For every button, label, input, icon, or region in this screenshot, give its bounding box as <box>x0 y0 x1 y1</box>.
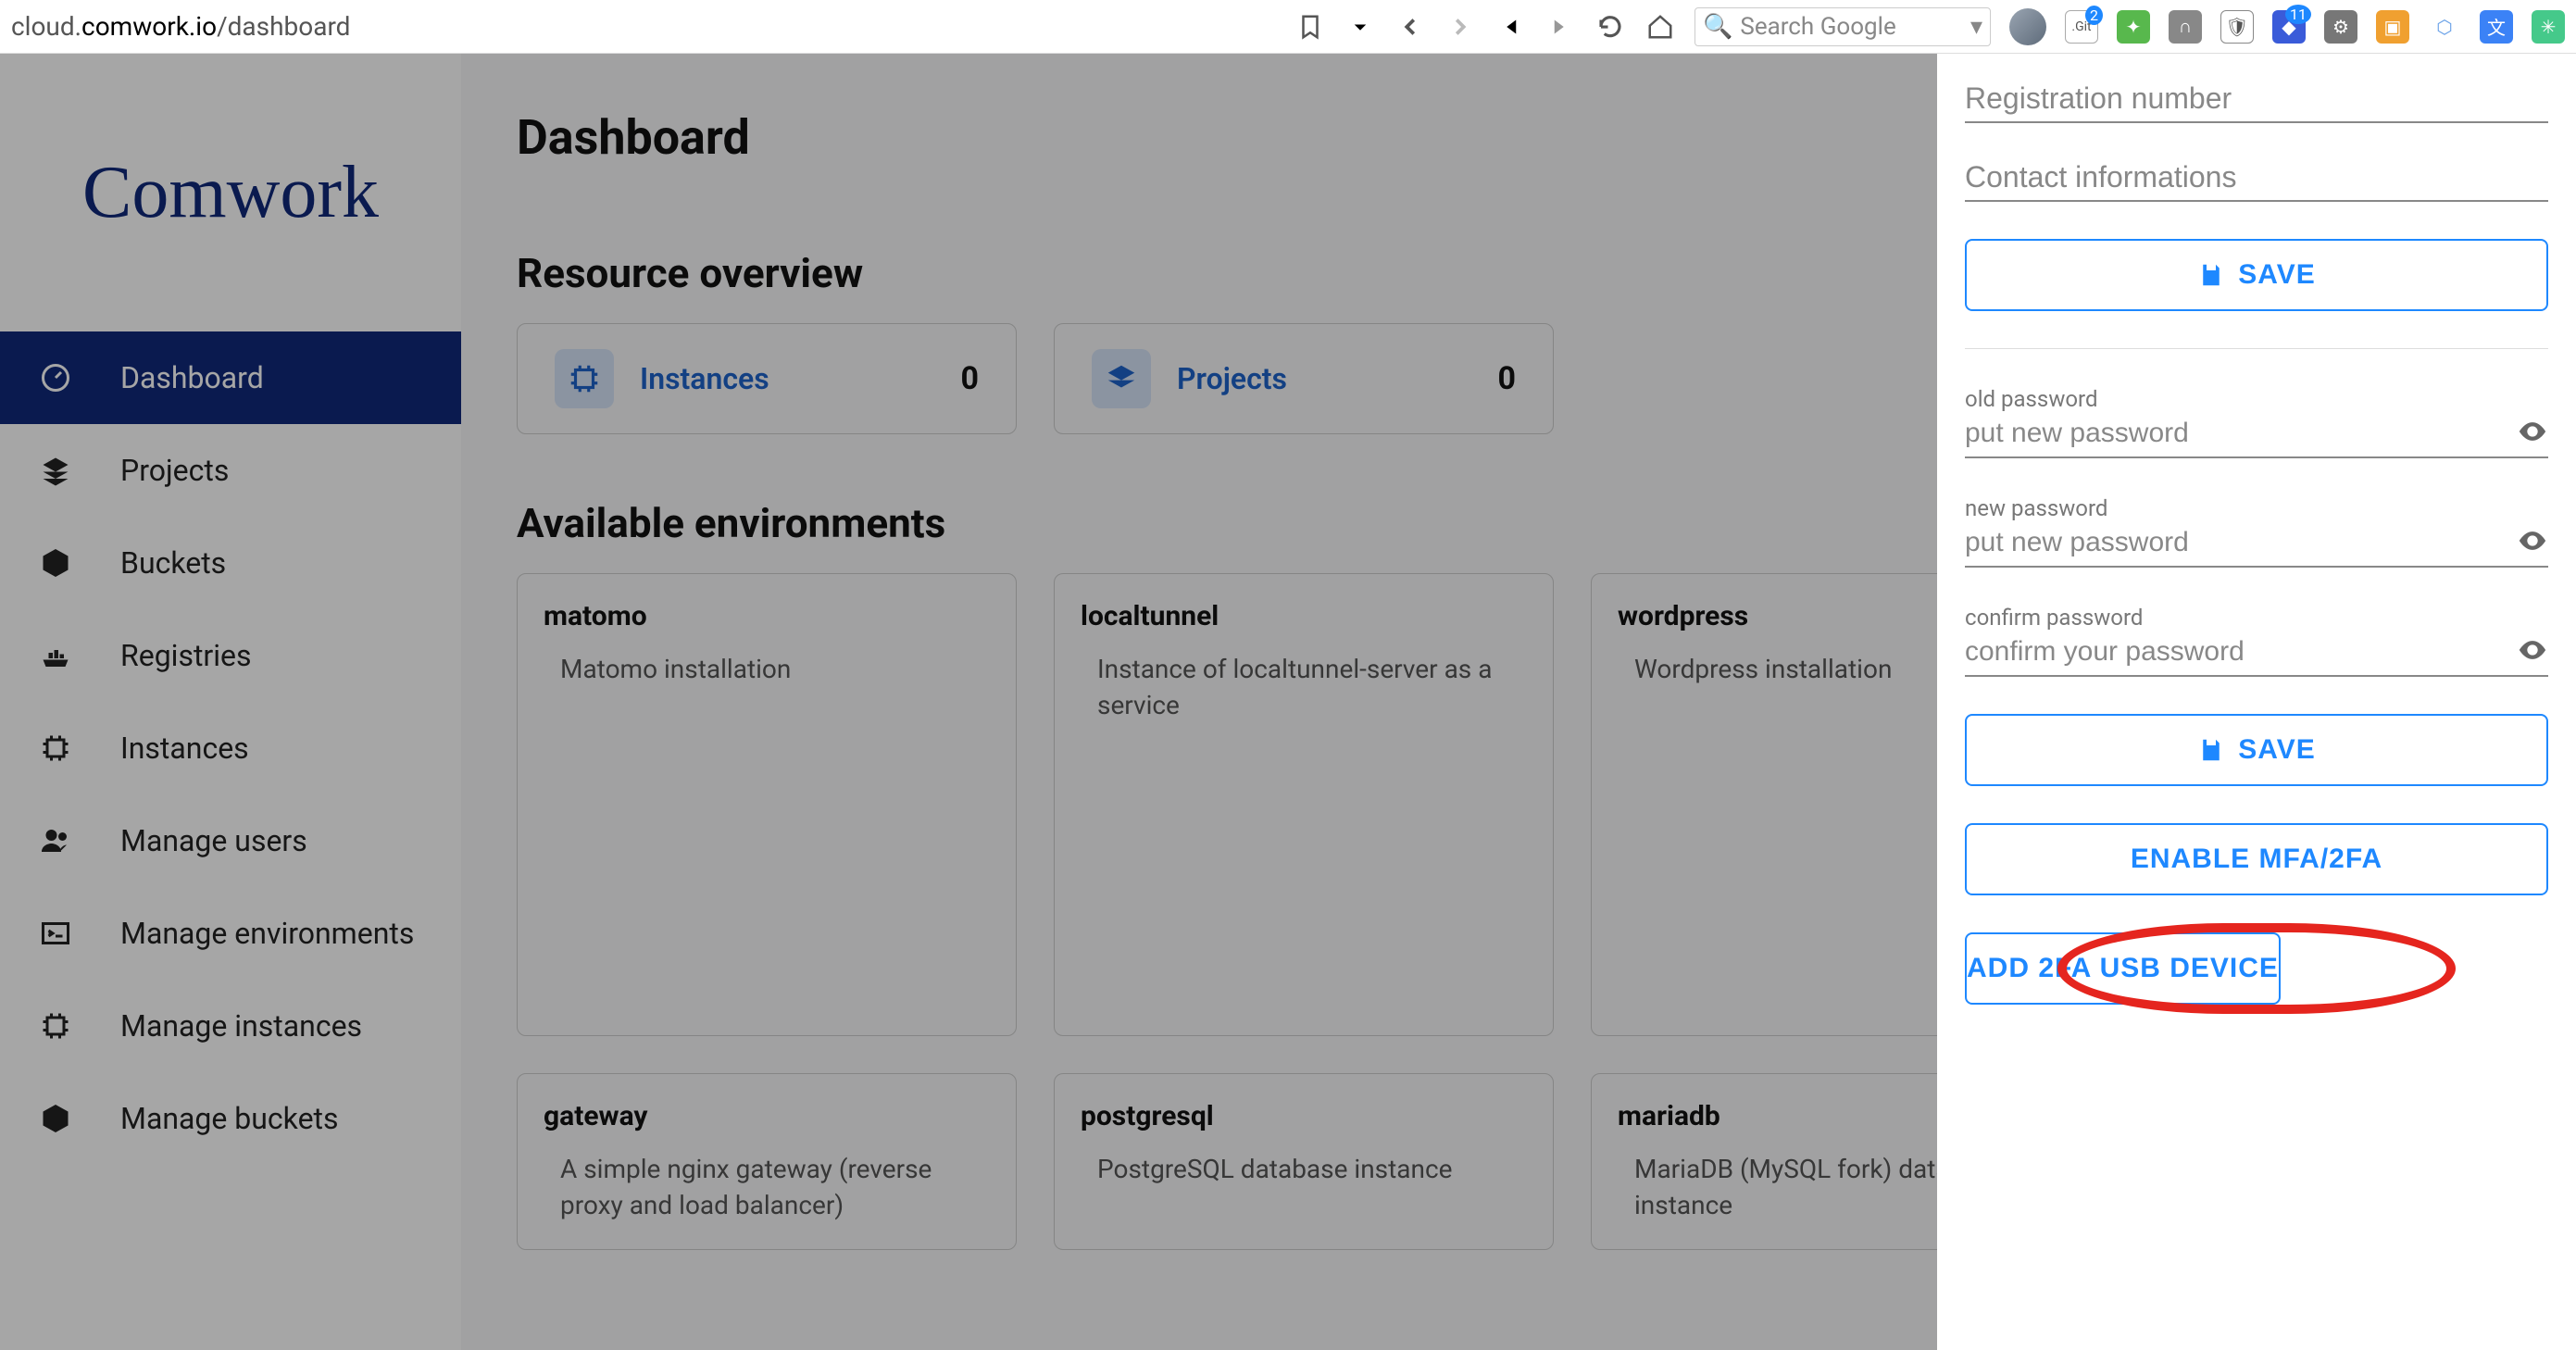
registration-number-input[interactable] <box>1965 81 2548 116</box>
new-password-input[interactable] <box>1965 527 2517 558</box>
enable-mfa-label: ENABLE MFA/2FA <box>2131 844 2382 875</box>
add-2fa-label: ADD 2FA USB DEVICE <box>1967 953 2279 984</box>
save-label: SAVE <box>2238 734 2315 766</box>
save-icon <box>2197 261 2225 289</box>
divider <box>1965 348 2548 349</box>
confirm-password-input[interactable] <box>1965 636 2517 668</box>
ext-hex-icon[interactable]: ⬡ <box>2428 10 2461 44</box>
contact-info-input[interactable] <box>1965 160 2548 194</box>
eye-icon[interactable] <box>2517 416 2548 451</box>
ext-tag-icon[interactable]: ◆11 <box>2272 10 2306 44</box>
reload-icon[interactable] <box>1594 11 1626 43</box>
url-domain: comwork.io <box>81 11 217 42</box>
settings-drawer: SAVE old password new password confirm p… <box>1937 54 2576 1350</box>
ext-star-icon[interactable]: ✳ <box>2532 10 2565 44</box>
git-badge: 2 <box>2085 6 2103 25</box>
old-password-input[interactable] <box>1965 418 2517 449</box>
save-label: SAVE <box>2238 259 2315 291</box>
ext-box-icon[interactable]: ▣ <box>2376 10 2409 44</box>
confirm-password-group: confirm password <box>1965 605 2548 677</box>
ext-arch-icon[interactable]: ∩ <box>2169 10 2202 44</box>
search-engine-icon: 🔍 <box>1703 13 1732 41</box>
save-icon <box>2197 736 2225 764</box>
search-caret-icon: ▾ <box>1970 13 1982 41</box>
url-prefix: cloud. <box>11 11 81 42</box>
contact-info-field[interactable] <box>1965 160 2548 202</box>
url-display: cloud.comwork.io/dashboard <box>11 11 919 42</box>
first-icon[interactable] <box>1494 11 1526 43</box>
forward-icon[interactable] <box>1444 11 1476 43</box>
bookmark-icon[interactable] <box>1294 11 1326 43</box>
ext-shield-icon[interactable]: 🛡 <box>2220 10 2254 44</box>
old-password-label: old password <box>1965 386 2548 412</box>
registration-number-field[interactable] <box>1965 81 2548 123</box>
old-password-group: old password <box>1965 386 2548 458</box>
browser-chrome: cloud.comwork.io/dashboard 🔍 Search Goog… <box>0 0 2576 54</box>
new-password-label: new password <box>1965 495 2548 521</box>
search-placeholder: Search Google <box>1740 13 1895 41</box>
eye-icon[interactable] <box>2517 525 2548 560</box>
save-profile-button[interactable]: SAVE <box>1965 239 2548 311</box>
highlight-annotation: ADD 2FA USB DEVICE <box>1965 932 2548 1005</box>
ext-git-icon[interactable]: .Git2 <box>2065 10 2098 44</box>
new-password-group: new password <box>1965 495 2548 568</box>
browser-search-box[interactable]: 🔍 Search Google ▾ <box>1694 7 1991 46</box>
confirm-password-label: confirm password <box>1965 605 2548 631</box>
add-2fa-usb-button[interactable]: ADD 2FA USB DEVICE <box>1965 932 2281 1005</box>
ext-gear-icon[interactable]: ⚙ <box>2324 10 2357 44</box>
enable-mfa-button[interactable]: ENABLE MFA/2FA <box>1965 823 2548 895</box>
browser-toolbar: 🔍 Search Google ▾ .Git2 ✦ ∩ 🛡 ◆11 ⚙ ▣ ⬡ … <box>1294 7 2565 46</box>
save-password-button[interactable]: SAVE <box>1965 714 2548 786</box>
caret-down-icon[interactable] <box>1344 11 1376 43</box>
ext-green-icon[interactable]: ✦ <box>2117 10 2150 44</box>
profile-avatar[interactable] <box>2009 8 2046 45</box>
eye-icon[interactable] <box>2517 634 2548 669</box>
ext-translate-icon[interactable]: 文 <box>2480 10 2513 44</box>
url-path: /dashboard <box>217 11 350 42</box>
home-icon[interactable] <box>1644 11 1676 43</box>
last-icon[interactable] <box>1544 11 1576 43</box>
back-icon[interactable] <box>1394 11 1426 43</box>
blue-badge: 11 <box>2285 5 2311 24</box>
